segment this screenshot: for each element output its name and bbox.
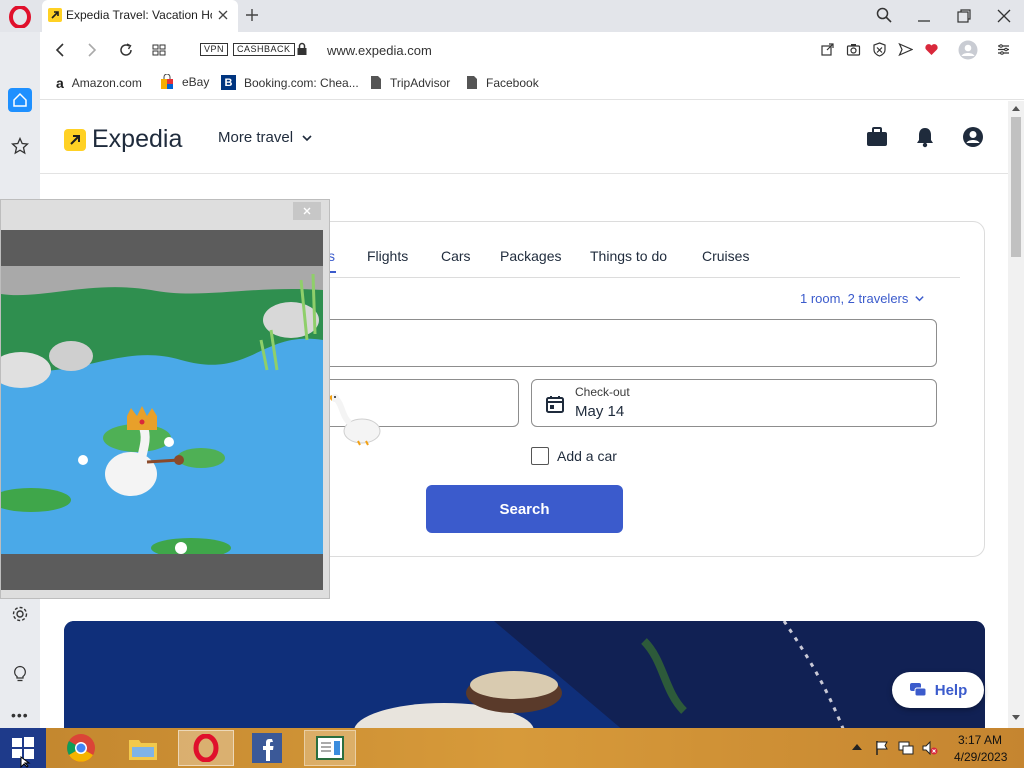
windows-taskbar: 3:17 AM 4/29/2023 xyxy=(0,728,1024,768)
calendar-icon xyxy=(545,394,565,414)
more-dots-icon[interactable]: ••• xyxy=(11,707,29,723)
search-button[interactable]: Search xyxy=(426,485,623,533)
opera-logo-icon[interactable] xyxy=(9,6,31,28)
lock-icon[interactable] xyxy=(296,42,308,56)
popup-close-button[interactable] xyxy=(293,202,321,220)
opera-taskbar-icon[interactable] xyxy=(178,730,234,766)
bookmark-tripadvisor[interactable]: TripAdvisor xyxy=(370,75,450,90)
tab-flights[interactable]: Flights xyxy=(367,248,408,264)
restore-icon[interactable] xyxy=(956,8,972,24)
bookmark-label: Amazon.com xyxy=(71,76,142,90)
bookmarks-bar: a Amazon.com eBay B Booking.com: Chea...… xyxy=(40,68,1024,100)
bookmark-label: Facebook xyxy=(486,75,539,90)
share-icon[interactable] xyxy=(820,42,835,57)
video-frame[interactable] xyxy=(1,230,323,590)
checkout-label: Check-out xyxy=(575,385,630,399)
vpn-badge[interactable]: VPN xyxy=(200,43,229,56)
help-button[interactable]: Help xyxy=(892,672,984,708)
volume-muted-icon[interactable] xyxy=(922,740,938,756)
adblock-icon[interactable] xyxy=(872,42,887,57)
notifications-bell-icon[interactable] xyxy=(915,126,935,148)
expedia-logo[interactable]: Expedia xyxy=(64,125,182,154)
mouse-pointer-icon xyxy=(20,756,32,768)
tab-search-icon[interactable] xyxy=(876,7,892,23)
easy-setup-icon[interactable] xyxy=(996,42,1011,57)
header-divider xyxy=(40,173,1008,174)
add-car-label[interactable]: Add a car xyxy=(557,448,617,464)
page-icon xyxy=(466,75,478,90)
browser-tab-bar: Expedia Travel: Vacation Ho xyxy=(0,0,1024,32)
expedia-favicon-icon xyxy=(48,8,62,22)
checkout-value: May 14 xyxy=(575,403,625,420)
new-tab-plus-icon[interactable] xyxy=(244,7,260,23)
scroll-up-icon[interactable] xyxy=(1012,105,1020,111)
page-scrollbar[interactable] xyxy=(1008,101,1024,728)
expedia-logo-text: Expedia xyxy=(92,125,183,153)
tab-close-icon[interactable] xyxy=(216,8,230,22)
tab-title: Expedia Travel: Vacation Ho xyxy=(66,8,212,22)
camera-icon[interactable] xyxy=(846,42,861,57)
amazon-icon: a xyxy=(56,75,64,91)
add-car-checkbox[interactable] xyxy=(531,447,549,465)
chrome-taskbar-icon[interactable] xyxy=(58,732,104,764)
chevron-down-icon xyxy=(914,293,925,304)
back-icon[interactable] xyxy=(52,42,68,58)
tab-cruises[interactable]: Cruises xyxy=(702,248,749,264)
tab-packages[interactable]: Packages xyxy=(500,248,561,264)
show-hidden-icons[interactable] xyxy=(852,743,862,751)
bookmark-label: Booking.com: Chea... xyxy=(244,75,359,90)
cashback-badge[interactable]: CASHBACK xyxy=(233,43,295,56)
forward-icon[interactable] xyxy=(84,42,100,58)
tab-expedia[interactable]: Expedia Travel: Vacation Ho xyxy=(42,0,238,32)
clock-date[interactable]: 4/29/2023 xyxy=(954,750,1007,764)
scrollbar-thumb[interactable] xyxy=(1011,117,1021,257)
travelers-label: 1 room, 2 travelers xyxy=(800,291,909,306)
chevron-down-icon xyxy=(301,132,313,144)
reload-icon[interactable] xyxy=(118,42,134,58)
travelers-selector[interactable]: 1 room, 2 travelers xyxy=(800,291,925,306)
page-icon xyxy=(370,75,382,90)
bookmark-ebay[interactable]: eBay xyxy=(160,74,209,90)
ebay-bag-icon xyxy=(160,74,174,90)
bookmark-facebook[interactable]: Facebook xyxy=(466,75,539,90)
url-field[interactable]: www.expedia.com xyxy=(327,43,432,58)
close-window-icon[interactable] xyxy=(996,8,1012,24)
bookmark-amazon[interactable]: a Amazon.com xyxy=(56,75,142,91)
send-icon[interactable] xyxy=(898,42,913,57)
tab-things-to-do[interactable]: Things to do xyxy=(590,248,667,264)
bookmark-booking[interactable]: B Booking.com: Chea... xyxy=(221,75,359,90)
goose-sprite xyxy=(326,391,386,451)
profile-avatar-icon[interactable] xyxy=(958,40,978,60)
tips-lightbulb-icon[interactable] xyxy=(12,665,28,683)
action-center-flag-icon[interactable] xyxy=(874,740,890,756)
facebook-taskbar-icon[interactable] xyxy=(244,732,290,764)
home-icon[interactable] xyxy=(8,88,32,112)
scroll-down-icon[interactable] xyxy=(1012,715,1020,721)
hero-banner-image xyxy=(64,621,985,728)
expedia-logo-icon xyxy=(64,128,86,151)
bookmark-label: eBay xyxy=(182,75,210,89)
video-popout-window[interactable] xyxy=(0,199,330,599)
speed-dial-star-icon[interactable] xyxy=(11,137,29,155)
chat-bubble-icon xyxy=(909,682,927,698)
settings-gear-icon[interactable] xyxy=(11,605,29,623)
minimize-icon[interactable] xyxy=(916,8,932,24)
trips-briefcase-icon[interactable] xyxy=(866,127,888,147)
more-travel-menu[interactable]: More travel xyxy=(218,129,313,146)
network-icon[interactable] xyxy=(898,740,914,756)
heart-icon[interactable] xyxy=(924,42,939,57)
file-explorer-taskbar-icon[interactable] xyxy=(120,732,166,764)
address-bar-row: VPN CASHBACK www.expedia.com xyxy=(40,32,1024,68)
tab-cars[interactable]: Cars xyxy=(441,248,471,264)
tabs-grid-icon[interactable] xyxy=(151,42,167,58)
more-travel-label: More travel xyxy=(218,129,294,146)
bookmark-label: TripAdvisor xyxy=(390,75,451,90)
account-icon[interactable] xyxy=(962,126,984,148)
clock-time[interactable]: 3:17 AM xyxy=(958,733,1002,747)
checkout-input[interactable]: Check-out May 14 xyxy=(531,379,937,427)
notepad-taskbar-icon[interactable] xyxy=(304,730,356,766)
help-label: Help xyxy=(934,681,968,699)
booking-icon: B xyxy=(221,75,236,90)
